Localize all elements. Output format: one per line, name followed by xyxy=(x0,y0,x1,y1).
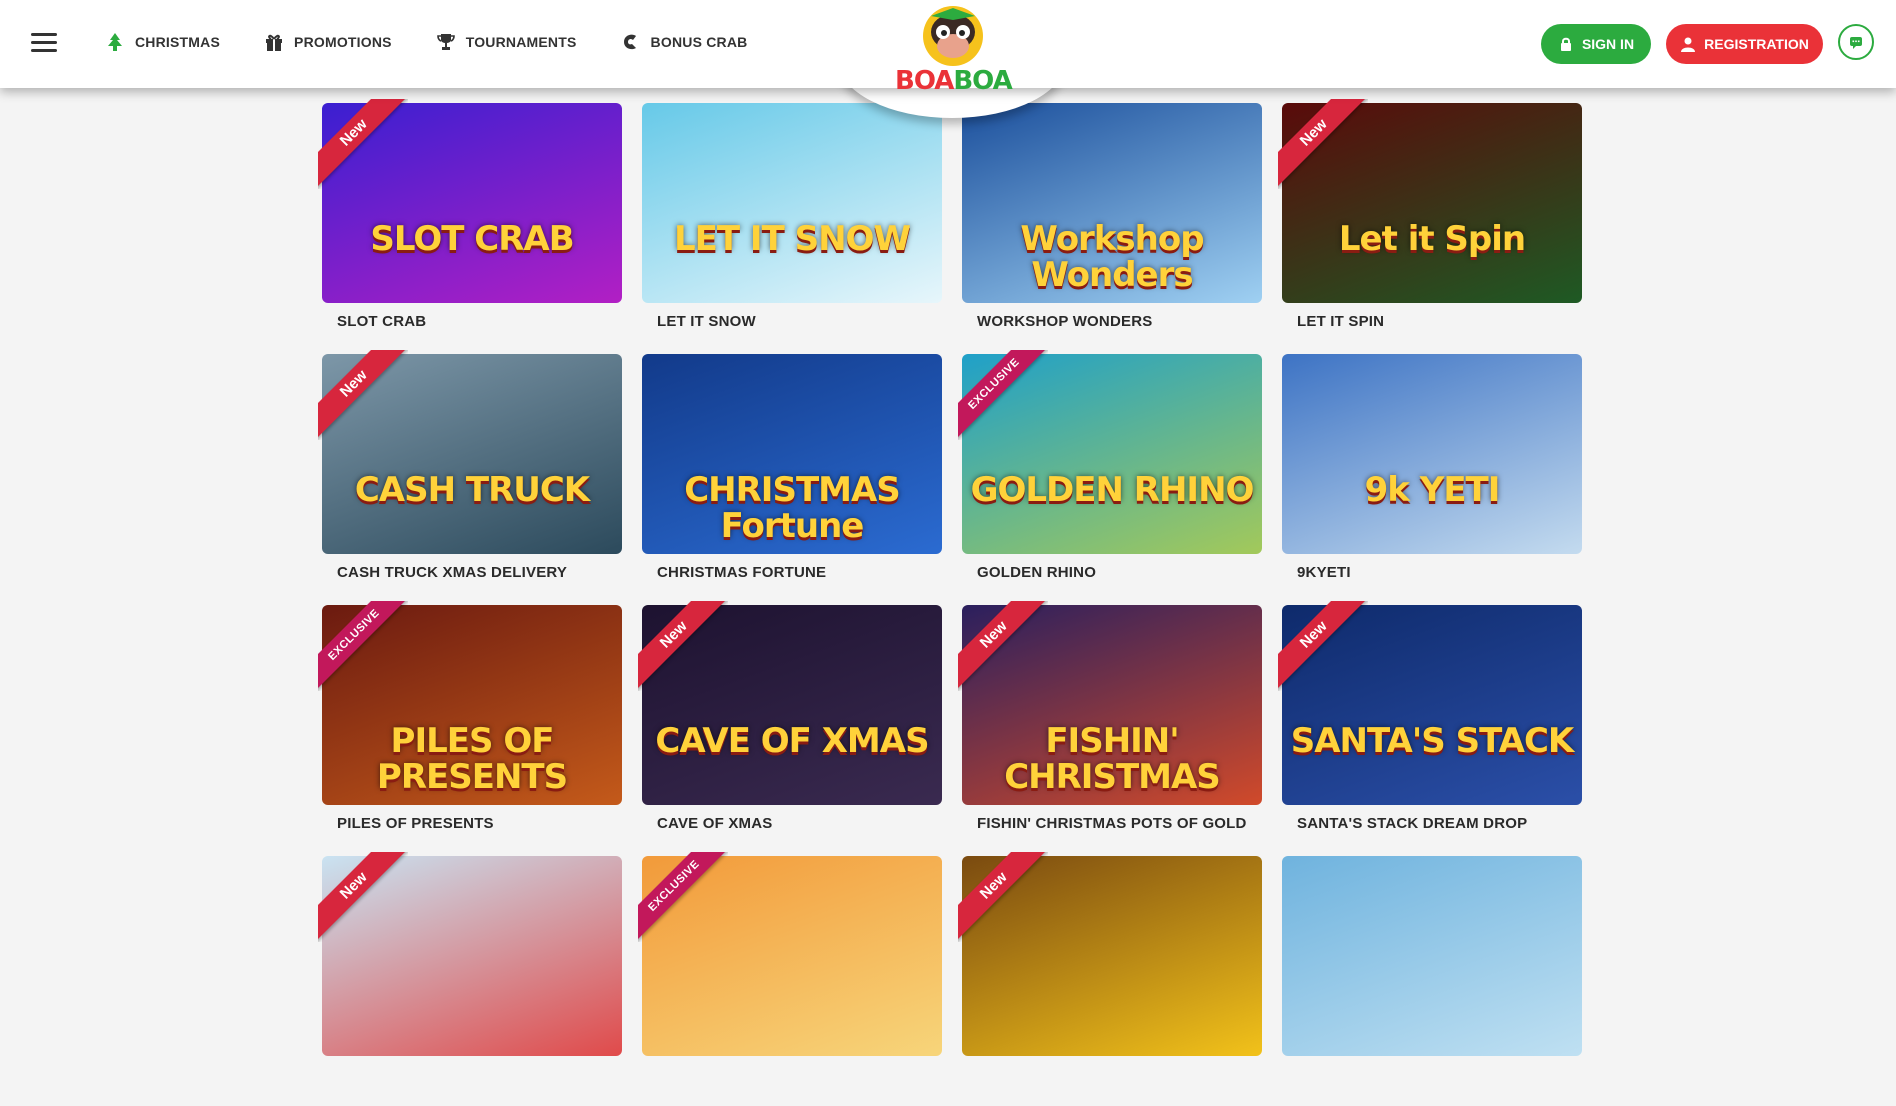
game-art-title: CASH TRUCK xyxy=(354,470,590,510)
nav-promotions[interactable]: PROMOTIONS xyxy=(264,32,392,52)
new-badge: New xyxy=(318,99,408,189)
game-art-title: Workshop Wonders xyxy=(1020,219,1204,295)
sign-in-button[interactable]: SIGN IN xyxy=(1541,24,1651,64)
badge-label: New xyxy=(318,99,408,189)
registration-label: REGISTRATION xyxy=(1704,36,1809,52)
game-thumbnail[interactable] xyxy=(1282,856,1582,1056)
exclusive-badge: EXCLUSIVE xyxy=(318,601,408,691)
game-thumbnail[interactable]: 9k YETI xyxy=(1282,354,1582,554)
game-name[interactable]: WORKSHOP WONDERS xyxy=(977,313,1152,330)
trophy-icon xyxy=(436,34,455,50)
nav-christmas[interactable]: CHRISTMAS xyxy=(105,32,220,52)
game-thumbnail[interactable]: CHRISTMAS Fortune xyxy=(642,354,942,554)
nav-christmas-label: CHRISTMAS xyxy=(135,34,221,50)
game-card[interactable]: New xyxy=(318,852,622,1106)
new-badge: New xyxy=(958,852,1048,942)
game-card[interactable]: FISHIN' CHRISTMAS New FISHIN' CHRISTMAS PO… xyxy=(958,601,1262,855)
logo-wordmark: BOABOA xyxy=(895,66,1013,96)
crab-claw-icon xyxy=(623,34,636,50)
user-icon xyxy=(1681,37,1696,52)
game-artwork xyxy=(1282,354,1582,554)
game-card[interactable] xyxy=(1282,856,1582,1106)
game-artwork xyxy=(642,103,942,303)
game-art-title: PILES OF PRESENTS xyxy=(376,721,568,797)
game-art-title: Let it Spin xyxy=(1338,219,1526,259)
game-art-title: GOLDEN RHINO xyxy=(970,470,1255,510)
game-card[interactable]: SLOT CRAB New SLOT CRAB xyxy=(318,99,622,353)
exclusive-badge: EXCLUSIVE xyxy=(638,852,728,942)
badge-label: EXCLUSIVE xyxy=(638,852,728,942)
game-thumbnail[interactable]: LET IT SNOW xyxy=(642,103,942,303)
exclusive-badge: EXCLUSIVE xyxy=(958,350,1048,440)
new-badge: New xyxy=(318,852,408,942)
game-card[interactable]: PILES OF PRESENTS EXCLUSIVE PILES OF PRESE… xyxy=(318,601,622,855)
badge-label: New xyxy=(958,852,1048,942)
nav-tournaments-label: TOURNAMENTS xyxy=(465,34,577,50)
badge-label: New xyxy=(958,601,1048,691)
game-name[interactable]: LET IT SPIN xyxy=(1297,313,1384,330)
badge-label: New xyxy=(1278,601,1368,691)
game-name[interactable]: CHRISTMAS FORTUNE xyxy=(657,564,826,581)
game-name[interactable]: SANTA'S STACK DREAM DROP xyxy=(1297,815,1527,832)
new-badge: New xyxy=(1278,99,1368,189)
game-card[interactable]: 9k YETI 9KYETI xyxy=(1282,354,1582,604)
gift-icon xyxy=(266,34,283,51)
game-artwork xyxy=(1282,856,1582,1056)
game-card[interactable]: LET IT SNOW LET IT SNOW xyxy=(642,103,942,353)
game-art-title: CHRISTMAS Fortune xyxy=(684,470,901,546)
nav-promotions-label: PROMOTIONS xyxy=(294,34,392,50)
game-card[interactable]: CAVE OF XMAS New CAVE OF XMAS xyxy=(638,601,942,855)
game-card[interactable]: New xyxy=(958,852,1262,1106)
tree-icon xyxy=(108,33,122,51)
game-name[interactable]: FISHIN' CHRISTMAS POTS OF GOLD xyxy=(977,815,1247,832)
badge-label: New xyxy=(638,601,728,691)
game-card[interactable]: CHRISTMAS Fortune CHRISTMAS FORTUNE xyxy=(642,354,942,604)
site-logo[interactable]: BOABOA xyxy=(895,2,1013,102)
game-card[interactable]: SANTA'S STACK New SANTA'S STACK DREAM DROP xyxy=(1278,601,1582,855)
game-art-title: CAVE OF XMAS xyxy=(655,721,929,761)
new-badge: New xyxy=(318,350,408,440)
badge-label: EXCLUSIVE xyxy=(958,350,1048,440)
menu-icon[interactable] xyxy=(31,33,57,53)
main-nav: CHRISTMAS PROMOTIONS TOURNAMENTS BONUS C… xyxy=(105,0,791,84)
game-name[interactable]: LET IT SNOW xyxy=(657,313,756,330)
game-art-title: 9k YETI xyxy=(1364,470,1501,510)
lock-icon xyxy=(1560,37,1571,51)
game-card[interactable]: Workshop Wonders WORKSHOP WONDERS xyxy=(962,103,1262,353)
game-card[interactable]: Let it Spin New LET IT SPIN xyxy=(1278,99,1582,353)
nav-tournaments[interactable]: TOURNAMENTS xyxy=(436,32,577,52)
game-art-title: FISHIN' CHRISTMAS xyxy=(1004,721,1221,797)
game-thumbnail[interactable]: Workshop Wonders xyxy=(962,103,1262,303)
badge-label: New xyxy=(318,350,408,440)
badge-label: EXCLUSIVE xyxy=(318,601,408,691)
game-name[interactable]: CAVE OF XMAS xyxy=(657,815,772,832)
new-badge: New xyxy=(1278,601,1368,691)
game-art-title: SLOT CRAB xyxy=(370,219,574,259)
chat-button[interactable] xyxy=(1838,24,1874,60)
game-name[interactable]: 9KYETI xyxy=(1297,564,1351,581)
game-art-title: SANTA'S STACK xyxy=(1290,721,1575,761)
sign-in-label: SIGN IN xyxy=(1581,36,1635,52)
nav-bonus-crab-label: BONUS CRAB xyxy=(650,34,748,50)
registration-button[interactable]: REGISTRATION xyxy=(1666,24,1823,64)
badge-label: New xyxy=(318,852,408,942)
badge-label: New xyxy=(1278,99,1368,189)
game-name[interactable]: PILES OF PRESENTS xyxy=(337,815,494,832)
monkey-mascot-icon xyxy=(923,6,983,66)
game-name[interactable]: SLOT CRAB xyxy=(337,313,426,330)
new-badge: New xyxy=(638,601,728,691)
game-card[interactable]: GOLDEN RHINO EXCLUSIVE GOLDEN RHINO xyxy=(958,350,1262,604)
new-badge: New xyxy=(958,601,1048,691)
nav-bonus-crab[interactable]: BONUS CRAB xyxy=(621,32,748,52)
game-art-title: LET IT SNOW xyxy=(674,219,911,259)
game-name[interactable]: GOLDEN RHINO xyxy=(977,564,1096,581)
game-card[interactable]: CASH TRUCK New CASH TRUCK XMAS DELIVERY xyxy=(318,350,622,604)
chat-icon xyxy=(1850,37,1862,49)
game-name[interactable]: CASH TRUCK XMAS DELIVERY xyxy=(337,564,567,581)
game-card[interactable]: EXCLUSIVE xyxy=(638,852,942,1106)
